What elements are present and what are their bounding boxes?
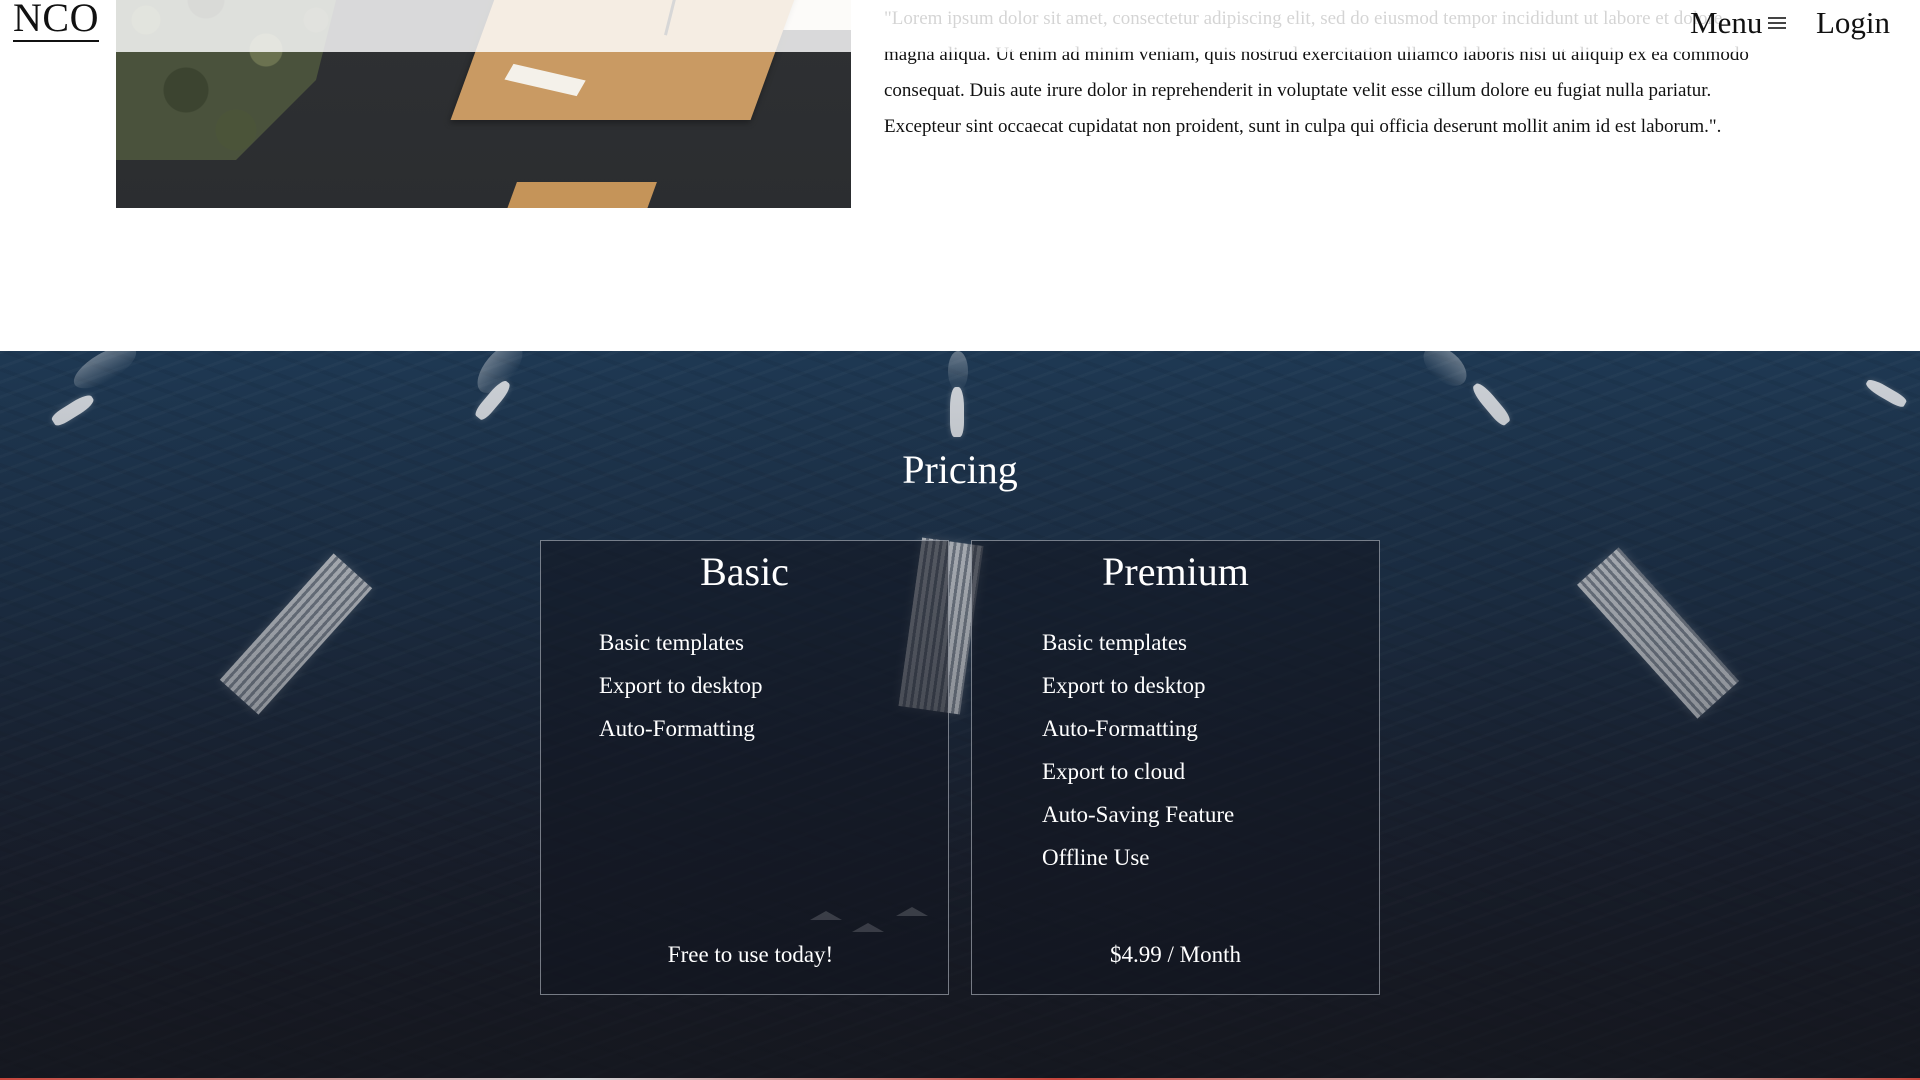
plan-name: Basic — [700, 549, 789, 594]
pricing-card-premium[interactable]: Premium Basic templates Export to deskto… — [971, 540, 1380, 995]
manila-folder-2 — [495, 182, 657, 208]
hamburger-icon — [1768, 16, 1787, 30]
feature-item: Export to desktop — [1042, 673, 1206, 698]
pricing-title: Pricing — [902, 447, 1018, 492]
plan-name: Premium — [1102, 549, 1249, 594]
feature-item: Auto-Formatting — [1042, 716, 1198, 741]
menu-button[interactable]: Menu — [1690, 5, 1787, 41]
plan-price: Free to use today! — [667, 942, 834, 967]
menu-label: Menu — [1690, 5, 1763, 40]
feature-list: Basic templates Export to desktop Auto-F… — [1042, 621, 1234, 879]
feature-item: Export to desktop — [599, 673, 763, 698]
site-logo[interactable]: NCO — [13, 0, 99, 42]
feature-item: Basic templates — [599, 630, 744, 655]
feature-list: Basic templates Export to desktop Auto-F… — [599, 621, 763, 750]
feature-item: Export to cloud — [1042, 759, 1186, 784]
feature-item: Offline Use — [1042, 845, 1150, 870]
pricing-card-basic[interactable]: Basic Basic templates Export to desktop … — [540, 540, 949, 995]
feature-item: Basic templates — [1042, 630, 1187, 655]
login-link[interactable]: Login — [1816, 5, 1890, 41]
site-header: NCO Menu Login — [0, 0, 1920, 52]
about-section: "Lorem ipsum dolor sit amet, consectetur… — [0, 0, 1920, 351]
plan-price: $4.99 / Month — [1110, 942, 1241, 967]
feature-item: Auto-Saving Feature — [1042, 802, 1235, 827]
folder-label — [504, 63, 586, 97]
feature-item: Auto-Formatting — [599, 716, 755, 741]
pricing-section: Pricing Basic Basic templates Export to … — [0, 351, 1920, 1080]
